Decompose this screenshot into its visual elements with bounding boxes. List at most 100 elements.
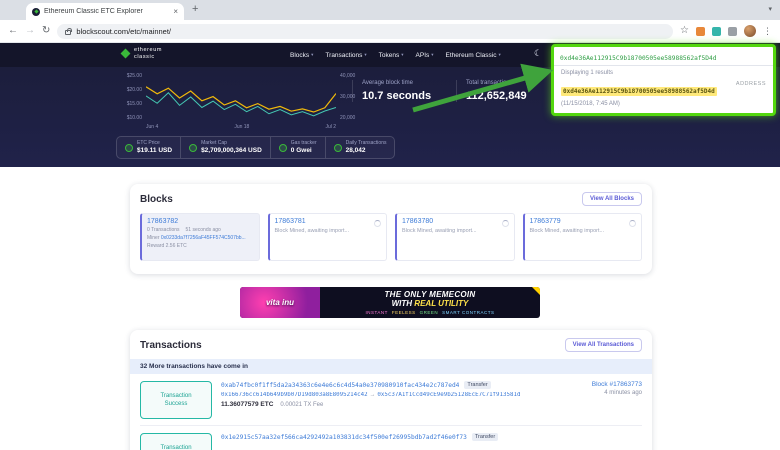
price-tx-chart: $25.00 $20.00 $15.00 $10.00 40,000 30,00… <box>116 73 370 135</box>
from-address-link[interactable]: 0x166736cc614b649b9b07D19d803a8E8095214c… <box>221 392 368 398</box>
site-favicon <box>32 8 40 16</box>
block-number-link[interactable]: 17863780 <box>402 218 509 225</box>
search-results-dropdown: Displaying 1 results 0xd4e36Ae112915C9b1… <box>554 66 773 113</box>
tab-close-icon[interactable]: × <box>173 7 178 16</box>
block-number-link[interactable]: 17863782 <box>147 218 254 225</box>
tab-search-chevron-icon[interactable]: ▾ <box>768 5 772 13</box>
substat-daily-transactions: Daily Transactions 28,042 <box>325 137 395 158</box>
miner-label: Miner <box>147 235 160 241</box>
blocks-title: Blocks <box>140 194 173 205</box>
browser-tab[interactable]: Ethereum Classic ETC Explorer × <box>26 3 184 20</box>
block-age: 51 seconds ago <box>186 227 221 233</box>
etc-diamond-icon <box>121 49 131 59</box>
block-txn-count: 0 Transactions <box>147 227 180 233</box>
bookmark-star-icon[interactable]: ☆ <box>680 26 689 36</box>
transaction-row: Transaction Success 0xab74fbc0f1ff5da2a3… <box>130 374 652 425</box>
loading-spinner-icon <box>374 220 381 227</box>
view-all-transactions-button[interactable]: View All Transactions <box>565 338 642 352</box>
chart-plot-area <box>146 73 336 121</box>
block-tile[interactable]: 17863782 0 Transactions 51 seconds ago M… <box>140 213 260 261</box>
ad-copy: THE ONLY MEMECOIN WITH REAL UTILITY INST… <box>320 290 540 315</box>
block-tile[interactable]: 17863781 Block Mined, awaiting import... <box>268 213 388 261</box>
new-transactions-notice[interactable]: 32 More transactions have come in <box>130 359 652 374</box>
gas-icon <box>279 144 287 152</box>
block-pending-status: Block Mined, awaiting import... <box>402 228 482 235</box>
to-address-link[interactable]: 0x5c37A1f1Ccd49cE9e9b25128EcE7C71f913581… <box>377 392 520 398</box>
miner-address-link[interactable]: 0x0233da7f7256aF45FF574C507bb... <box>161 235 246 241</box>
block-tiles: 17863782 0 Transactions 51 seconds ago M… <box>130 213 652 261</box>
daily-tx-icon <box>334 144 342 152</box>
url-bar[interactable]: blockscout.com/etc/mainnet/ <box>57 24 673 39</box>
chevron-down-icon: ▾ <box>311 52 313 58</box>
transaction-row: Transaction Success 0x1e2915c57aa32ef566… <box>130 426 652 450</box>
substat-market-cap: Market Cap $2,709,000,364 USD <box>180 137 270 158</box>
transaction-value: 11.36077579 ETC <box>221 401 273 408</box>
stat-total-transactions: Total transactions 112,652,849 <box>456 80 560 102</box>
new-tab-button[interactable]: + <box>192 3 198 15</box>
loading-spinner-icon <box>629 220 636 227</box>
search-input[interactable] <box>554 52 773 66</box>
tab-title: Ethereum Classic ETC Explorer <box>44 8 169 15</box>
block-tile[interactable]: 17863780 Block Mined, awaiting import... <box>395 213 515 261</box>
transaction-type-badge: Transfer <box>472 433 498 441</box>
search-result-item[interactable]: 0xd4e36Ae112915C9b18700505ee58988562af5D… <box>561 80 766 107</box>
price-icon <box>125 144 133 152</box>
browser-menu-icon[interactable]: ⋮ <box>763 26 772 37</box>
transaction-status-badge: Transaction Success <box>140 433 212 450</box>
search-panel: Displaying 1 results 0xd4e36Ae112915C9b1… <box>551 44 776 116</box>
block-tile[interactable]: 17863779 Block Mined, awaiting import... <box>523 213 643 261</box>
browser-toolbar: ← → ↻ blockscout.com/etc/mainnet/ ☆ ⋮ <box>0 20 780 43</box>
market-cap-icon <box>189 144 197 152</box>
site-logo[interactable]: ethereum classic <box>122 47 162 60</box>
chevron-down-icon: ▾ <box>498 52 500 58</box>
chevron-down-icon: ▾ <box>401 52 403 58</box>
refresh-icon[interactable]: ↻ <box>42 26 50 36</box>
chevron-down-icon: ▾ <box>364 52 366 58</box>
nav-item-tokens[interactable]: Tokens▾ <box>379 52 404 59</box>
loading-spinner-icon <box>502 220 509 227</box>
block-number-link[interactable]: 17863779 <box>530 218 637 225</box>
transaction-age: 4 minutes ago <box>576 390 642 396</box>
block-number-link[interactable]: 17863781 <box>275 218 382 225</box>
extension-icon-2[interactable] <box>712 27 721 36</box>
blocks-card: Blocks View All Blocks 17863782 0 Transa… <box>130 184 652 274</box>
browser-window: Ethereum Classic ETC Explorer × + ▾ ← → … <box>0 0 780 450</box>
ad-banner[interactable]: vita inu THE ONLY MEMECOIN WITH REAL UTI… <box>240 287 540 318</box>
lock-icon <box>65 30 71 35</box>
extensions-puzzle-icon[interactable] <box>728 27 737 36</box>
extension-icon-1[interactable] <box>696 27 705 36</box>
site-logo-text: ethereum classic <box>134 47 162 60</box>
search-results-heading: Displaying 1 results <box>561 70 766 76</box>
ad-features: INSTANTFEELESSGREENSMART CONTRACTS <box>320 310 540 315</box>
nav-item-network[interactable]: Ethereum Classic▾ <box>446 52 501 59</box>
forward-icon[interactable]: → <box>25 26 35 36</box>
market-substats: ETC Price $19.11 USD Market Cap $2,709,0… <box>116 136 395 159</box>
nav-item-blocks[interactable]: Blocks▾ <box>290 52 313 59</box>
nav-item-transactions[interactable]: Transactions▾ <box>325 52 366 59</box>
result-address[interactable]: 0xd4e36Ae112915C9b18700505ee58988562af5D… <box>561 87 717 96</box>
result-type-badge: ADDRESS <box>736 81 766 87</box>
back-icon[interactable]: ← <box>8 26 18 36</box>
transaction-hash-link[interactable]: 0xab74fbc0f1ff5da2a34363c6e4e6c6c4d54a0e… <box>221 382 459 389</box>
transaction-type-badge: Transfer <box>464 381 490 389</box>
browser-tab-strip: Ethereum Classic ETC Explorer × + ▾ <box>0 0 780 20</box>
block-reward: Reward 2.56 ETC <box>147 243 254 249</box>
view-all-blocks-button[interactable]: View All Blocks <box>582 192 642 206</box>
ad-choice-icon[interactable] <box>532 287 540 295</box>
transaction-hash-link[interactable]: 0x1e2915c57aa32ef566ca4292492a103831dc34… <box>221 434 467 441</box>
result-timestamp: (11/15/2018, 7:45 AM) <box>561 101 717 107</box>
transaction-fee: 0.00021 TX Fee <box>280 402 323 408</box>
url-text: blockscout.com/etc/mainnet/ <box>76 27 171 36</box>
chart-y-left-axis: $25.00 $20.00 $15.00 $10.00 <box>116 73 142 121</box>
profile-avatar[interactable] <box>744 25 756 37</box>
block-pending-status: Block Mined, awaiting import... <box>275 228 355 235</box>
arrow-right-icon: → <box>370 392 376 398</box>
stat-average-block-time: Average block time 10.7 seconds <box>352 80 456 102</box>
ad-brand-logo: vita inu <box>240 287 320 318</box>
dark-mode-toggle-moon-icon[interactable]: ☾ <box>534 48 542 59</box>
transaction-status-badge: Transaction Success <box>140 381 212 419</box>
block-pending-status: Block Mined, awaiting import... <box>530 228 610 235</box>
nav-item-apis[interactable]: APIs▾ <box>416 52 434 59</box>
block-link[interactable]: Block #17863773 <box>576 381 642 388</box>
transactions-title: Transactions <box>140 340 202 351</box>
